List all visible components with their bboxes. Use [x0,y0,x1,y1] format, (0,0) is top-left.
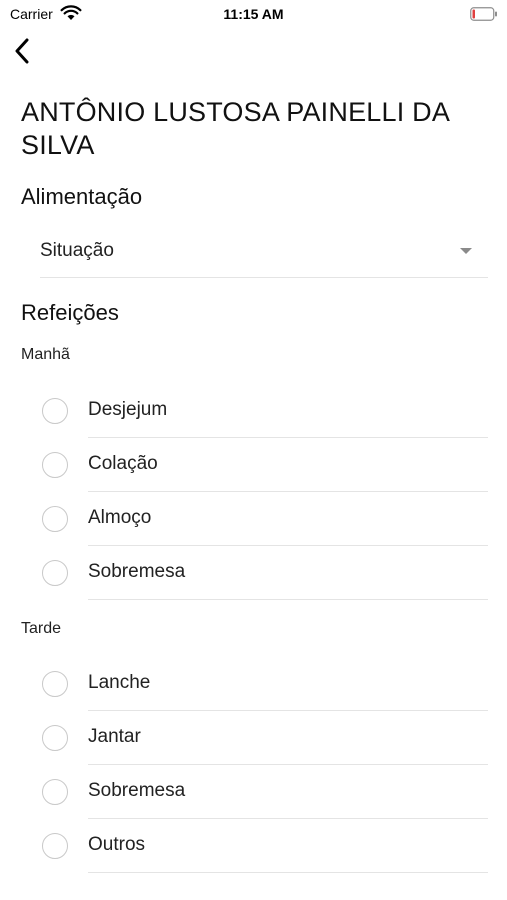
clock: 11:15 AM [223,6,284,22]
option-label: Sobremesa [88,780,186,801]
option-label: Outros [88,834,146,855]
option-sobremesa-manha[interactable]: Sobremesa [0,546,507,600]
option-label: Colação [88,453,158,474]
radio-circle-icon[interactable] [42,560,68,586]
battery-icon [470,7,497,21]
section-title-alimentacao: Alimentação [21,184,143,209]
option-colacao[interactable]: Colação [0,438,507,492]
screen: Carrier 11:15 AM ANTÔNIO LUSTOSA PAINELL… [0,0,507,900]
radio-circle-icon[interactable] [42,833,68,859]
option-label: Lanche [88,672,151,693]
option-label: Desjejum [88,399,168,420]
option-jantar[interactable]: Jantar [0,711,507,765]
option-label: Almoço [88,507,152,528]
radio-circle-icon[interactable] [42,398,68,424]
chevron-left-icon [15,38,29,64]
divider [88,599,488,600]
option-outros[interactable]: Outros [0,819,507,873]
caret-down-icon [460,248,472,254]
radio-circle-icon[interactable] [42,779,68,805]
radio-circle-icon[interactable] [42,671,68,697]
status-bar: Carrier 11:15 AM [0,0,507,28]
option-lanche[interactable]: Lanche [0,657,507,711]
option-sobremesa-tarde[interactable]: Sobremesa [0,765,507,819]
option-label: Jantar [88,726,141,747]
section-title-refeicoes: Refeições [21,300,119,325]
option-almoco[interactable]: Almoço [0,492,507,546]
situacao-dropdown[interactable]: Situação [40,226,488,278]
radio-circle-icon[interactable] [42,506,68,532]
back-button[interactable] [8,36,36,66]
dropdown-value: Situação [40,240,114,261]
radio-circle-icon[interactable] [42,452,68,478]
option-desjejum[interactable]: Desjejum [0,384,507,438]
page-title: ANTÔNIO LUSTOSA PAINELLI DA SILVA [21,97,449,160]
group-label-tarde: Tarde [21,620,62,637]
option-label: Sobremesa [88,561,186,582]
radio-circle-icon[interactable] [42,725,68,751]
divider [88,872,488,873]
group-label-manha: Manhã [21,346,70,363]
